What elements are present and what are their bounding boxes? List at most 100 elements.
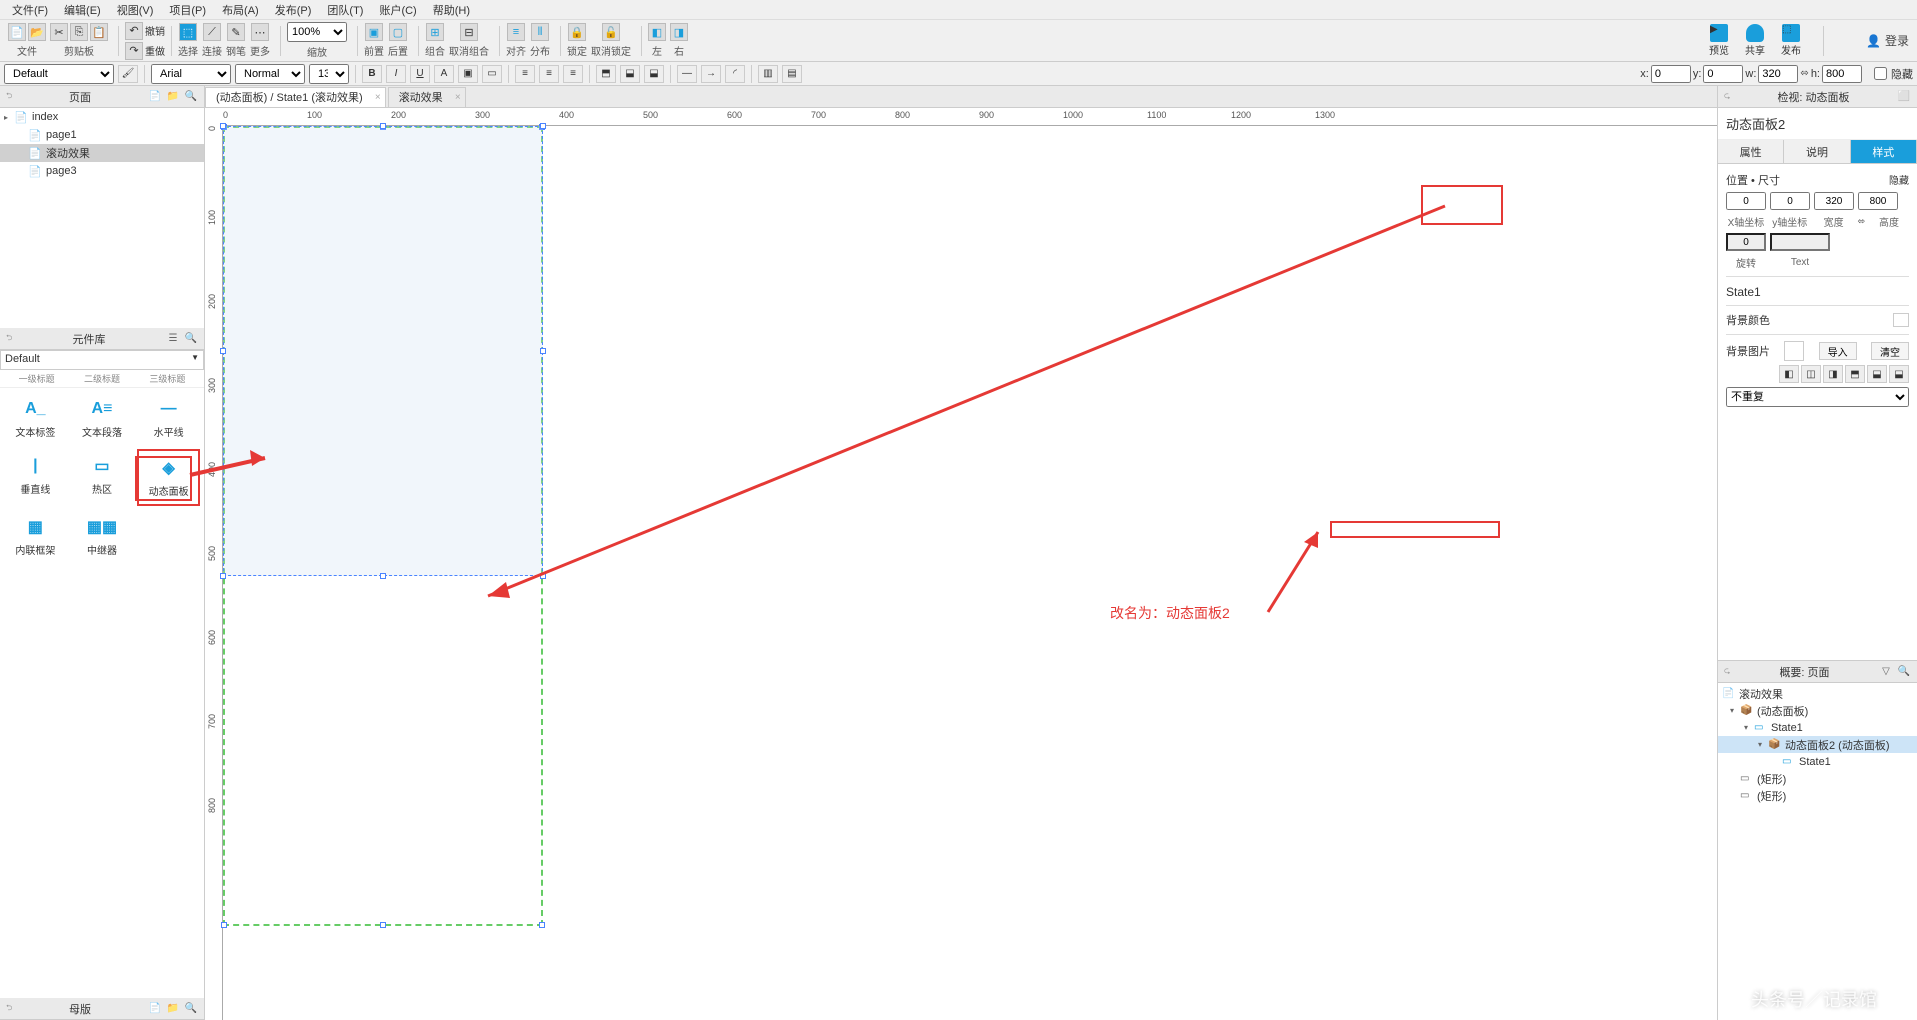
add-folder-icon[interactable]: 📁 [166, 90, 180, 104]
canvas-content[interactable] [223, 126, 1717, 1020]
pos-y-input[interactable] [1770, 192, 1810, 210]
align-center-btn[interactable]: ≡ [539, 65, 559, 83]
close-icon[interactable]: × [375, 92, 381, 103]
valign-bot-btn[interactable]: ⬓ [644, 65, 664, 83]
tool-front[interactable]: ▣前置 [364, 23, 384, 58]
font-select[interactable]: Arial [151, 64, 231, 84]
search-icon[interactable]: 🔍 [184, 332, 198, 346]
weight-select[interactable]: Normal [235, 64, 305, 84]
paint-icon[interactable]: 🖌 [118, 65, 138, 83]
outline-item[interactable]: ▭(矩形) [1718, 787, 1917, 804]
tool-group-btn[interactable]: ⊞组合 [425, 23, 445, 58]
size-h-input[interactable] [1858, 192, 1898, 210]
tool-right[interactable]: ◨右 [670, 23, 688, 58]
popout-icon[interactable]: ⬜ [1897, 90, 1911, 104]
tool-unlock[interactable]: 🔓取消锁定 [591, 23, 631, 58]
widget-水平线[interactable]: —水平线 [137, 392, 200, 445]
outline-root[interactable]: 📄滚动效果 [1718, 685, 1917, 702]
login-button[interactable]: 👤登录 [1866, 32, 1909, 49]
underline-btn[interactable]: U [410, 65, 430, 83]
menu-file[interactable]: 文件(F) [4, 0, 56, 20]
valign-top-btn[interactable]: ⬒ [596, 65, 616, 83]
add-page-icon[interactable]: 📄 [148, 90, 162, 104]
widget-内联框架[interactable]: ▦内联框架 [4, 510, 67, 563]
menu-publish[interactable]: 发布(P) [267, 0, 320, 20]
page-item[interactable]: 📄滚动效果 [0, 144, 204, 162]
add-folder-icon[interactable]: 📁 [166, 1002, 180, 1016]
corner-btn[interactable]: ◜ [725, 65, 745, 83]
preview-button[interactable]: ▶预览 [1709, 24, 1729, 57]
outline-item[interactable]: ▾📦动态面板2 (动态面板) [1718, 736, 1917, 753]
halign-r-icon[interactable]: ◨ [1823, 365, 1843, 383]
collapse-icon[interactable]: ⮌ [6, 90, 16, 104]
menu-help[interactable]: 帮助(H) [425, 0, 478, 20]
share-button[interactable]: 共享 [1745, 24, 1765, 57]
menu-view[interactable]: 视图(V) [109, 0, 162, 20]
lock-aspect-icon[interactable]: ⬄ [1800, 68, 1808, 79]
widget-垂直线[interactable]: |垂直线 [4, 449, 67, 506]
size-select[interactable]: 13 [309, 64, 349, 84]
tool-align[interactable]: ≡对齐 [506, 23, 526, 58]
bgimage-swatch[interactable] [1784, 341, 1804, 361]
page-item[interactable]: ▸📄index [0, 108, 204, 126]
valign-t-icon[interactable]: ⬒ [1845, 365, 1865, 383]
tool-distribute[interactable]: ⫴分布 [530, 23, 550, 58]
align-right-btn[interactable]: ≡ [563, 65, 583, 83]
bold-btn[interactable]: B [362, 65, 382, 83]
menu-arrange[interactable]: 布局(A) [214, 0, 267, 20]
menu-edit[interactable]: 编辑(E) [56, 0, 109, 20]
open-icon[interactable]: 📂 [28, 23, 46, 41]
tool-select[interactable]: ⬚选择 [178, 23, 198, 58]
zoom-select[interactable]: 100% [287, 22, 347, 42]
library-select[interactable]: Default [0, 350, 204, 370]
pos-x-input[interactable] [1726, 192, 1766, 210]
collapse-icon[interactable]: ⮎ [1724, 665, 1734, 679]
lock-aspect-icon[interactable]: ⬄ [1858, 216, 1866, 227]
tool-pen[interactable]: ✎钢笔 [226, 23, 246, 58]
tool-lock[interactable]: 🔒锁定 [567, 23, 587, 58]
valign-m-icon[interactable]: ⬓ [1867, 365, 1887, 383]
tab-style[interactable]: 样式 [1851, 140, 1917, 164]
collapse-icon[interactable]: ⮌ [6, 1002, 16, 1016]
align-left-btn[interactable]: ≡ [515, 65, 535, 83]
widget-文本标签[interactable]: A_文本标签 [4, 392, 67, 445]
copy-icon[interactable]: ⎘ [70, 23, 88, 41]
widget-动态面板[interactable]: ◈动态面板 [137, 449, 200, 506]
menu-team[interactable]: 团队(T) [319, 0, 371, 20]
undo-icon[interactable]: ↶ [125, 22, 143, 40]
tab-scroll-effect[interactable]: 滚动效果× [388, 87, 466, 107]
new-icon[interactable]: 📄 [8, 23, 26, 41]
y-input[interactable] [1703, 65, 1743, 83]
valign-b-icon[interactable]: ⬓ [1889, 365, 1909, 383]
tab-dynamic-panel-state1[interactable]: (动态面板) / State1 (滚动效果)× [205, 87, 386, 107]
style-select[interactable]: Default [4, 64, 114, 84]
halign-c-icon[interactable]: ◫ [1801, 365, 1821, 383]
h-input[interactable] [1822, 65, 1862, 83]
x-input[interactable] [1651, 65, 1691, 83]
tab-properties[interactable]: 属性 [1718, 140, 1784, 164]
import-button[interactable]: 导入 [1819, 342, 1857, 360]
pad-btn[interactable]: ▥ [758, 65, 778, 83]
collapse-icon[interactable]: ⮌ [6, 332, 16, 346]
tool-more[interactable]: ⋯更多 [250, 23, 270, 58]
text-color-btn[interactable]: A [434, 65, 454, 83]
filter-icon[interactable]: ▽ [1879, 665, 1893, 679]
widget-热区[interactable]: ▭热区 [71, 449, 134, 506]
valign-mid-btn[interactable]: ⬓ [620, 65, 640, 83]
bgcolor-swatch[interactable] [1893, 313, 1909, 327]
menu-icon[interactable]: ☰ [166, 332, 180, 346]
hide-checkbox[interactable]: 隐藏 [1874, 66, 1913, 82]
border-btn[interactable]: ▭ [482, 65, 502, 83]
tool-left[interactable]: ◧左 [648, 23, 666, 58]
w-input[interactable] [1758, 65, 1798, 83]
fill-color-btn[interactable]: ▣ [458, 65, 478, 83]
menu-project[interactable]: 项目(P) [161, 0, 214, 20]
italic-btn[interactable]: I [386, 65, 406, 83]
widget-文本段落[interactable]: A≡文本段落 [71, 392, 134, 445]
line-btn[interactable]: — [677, 65, 697, 83]
outline-item[interactable]: ▭(矩形) [1718, 770, 1917, 787]
page-item[interactable]: 📄page3 [0, 162, 204, 180]
widget-中继器[interactable]: ▦▦中继器 [71, 510, 134, 563]
tool-connect[interactable]: ⟋连接 [202, 23, 222, 58]
collapse-icon[interactable]: ⮎ [1724, 90, 1734, 104]
